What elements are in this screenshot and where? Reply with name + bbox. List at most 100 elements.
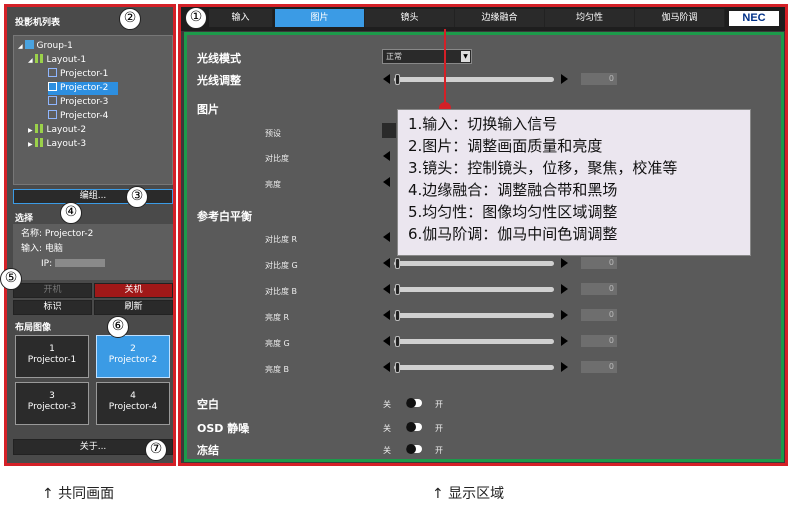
tree-item-projector-2[interactable]: Projector-2 (48, 82, 119, 95)
contrast-label: 对比度 (265, 154, 289, 163)
light-mode-label: 光线模式 (197, 52, 241, 65)
blank-toggle[interactable] (406, 398, 422, 408)
preset-label: 预设 (265, 129, 281, 138)
tree-item-projector-4[interactable]: Projector-4 (48, 110, 108, 123)
identify-button[interactable]: 标识 (13, 300, 92, 315)
name-value: Projector-2 (44, 229, 94, 239)
increment-arrow-icon[interactable] (561, 74, 568, 84)
freeze-toggle[interactable] (406, 444, 422, 454)
tab-lens[interactable]: 镜头 (365, 9, 455, 27)
slider-thumb[interactable] (395, 310, 400, 321)
tab-uniformity[interactable]: 均匀性 (545, 9, 635, 27)
wb-brightness-b-value[interactable]: 0 (581, 361, 617, 373)
tree-item-projector-3[interactable]: Projector-3 (48, 96, 108, 109)
light-mode-value: 正常 (386, 52, 402, 61)
info-line: 5.均匀性：图像均匀性区域调整 (408, 203, 618, 221)
preset-select[interactable] (382, 123, 396, 138)
wb-brightness-g-value[interactable]: 0 (581, 335, 617, 347)
light-adjust-value[interactable]: 0 (581, 73, 617, 85)
tab-edge-blending[interactable]: 边缘融合 (455, 9, 545, 27)
white-balance-label: 参考白平衡 (197, 210, 252, 223)
caption-display-area: ↑ 显示区域 (432, 486, 505, 502)
decrement-arrow-icon[interactable] (383, 362, 390, 372)
power-on-button[interactable]: 开机 (13, 283, 92, 298)
callout-pointer-line (444, 29, 446, 111)
wb-contrast-g-value[interactable]: 0 (581, 257, 617, 269)
tile-number: 2 (130, 344, 136, 354)
tree-item-group[interactable]: ◢ Group-1 (18, 40, 73, 53)
info-line: 3.镜头：控制镜头，位移，聚焦，校准等 (408, 159, 678, 177)
slider-thumb[interactable] (395, 284, 400, 295)
folder-icon (24, 40, 34, 49)
slider-thumb[interactable] (395, 336, 400, 347)
decrement-arrow-icon[interactable] (383, 336, 390, 346)
increment-arrow-icon[interactable] (561, 310, 568, 320)
refresh-button[interactable]: 刷新 (94, 300, 173, 315)
tree-item-layout-1[interactable]: ◢ Layout-1 (28, 54, 86, 67)
osd-mute-toggle[interactable] (406, 422, 422, 432)
wb-contrast-r-decrement-icon[interactable] (383, 232, 390, 242)
slider-thumb[interactable] (395, 74, 400, 85)
tile-name: Projector-2 (108, 355, 158, 365)
decrement-arrow-icon[interactable] (383, 258, 390, 268)
tree-item-projector-1[interactable]: Projector-1 (48, 68, 112, 81)
tab-gamma[interactable]: 伽马阶调 (635, 9, 725, 27)
callout-1: ① (185, 7, 207, 29)
projector-tree: ◢ Group-1 ◢ Layout-1 Projector-1 Project… (13, 35, 173, 185)
tile-number: 3 (49, 391, 55, 401)
brightness-decrement-icon[interactable] (383, 177, 390, 187)
increment-arrow-icon[interactable] (561, 284, 568, 294)
grid-icon (34, 124, 44, 133)
name-label: 名称: (21, 229, 43, 239)
picture-section-label: 图片 (197, 103, 219, 116)
wb-label-brightness-g: 亮度 G (265, 339, 290, 348)
input-label: 输入: (21, 244, 43, 254)
layout-tile-projector-2[interactable]: 2 Projector-2 (96, 335, 170, 378)
input-value: 电脑 (44, 244, 63, 254)
decrement-arrow-icon[interactable] (383, 284, 390, 294)
power-off-button[interactable]: 关机 (94, 283, 173, 298)
callout-7: ⑦ (145, 439, 167, 461)
left-panel: 投影机列表 ◢ Group-1 ◢ Layout-1 Projector-1 P… (4, 4, 176, 466)
tab-description-box: 1.输入：切换输入信号 2.图片：调整画面质量和亮度 3.镜头：控制镜头，位移，… (397, 109, 751, 256)
wb-brightness-r-value[interactable]: 0 (581, 309, 617, 321)
tree-item-layout-3[interactable]: ▶ Layout-3 (28, 138, 86, 151)
projector-list-title: 投影机列表 (15, 18, 61, 28)
tab-picture[interactable]: 图片 (275, 9, 365, 27)
decrement-arrow-icon[interactable] (383, 74, 390, 84)
freeze-on-label: 开 (435, 446, 443, 455)
blank-on-label: 开 (435, 400, 443, 409)
layout-tile-projector-4[interactable]: 4 Projector-4 (96, 382, 170, 425)
slider-thumb[interactable] (395, 258, 400, 269)
layout-tile-projector-1[interactable]: 1 Projector-1 (15, 335, 89, 378)
info-line: 4.边缘融合：调整融合带和黑场 (408, 181, 618, 199)
tree-item-layout-2[interactable]: ▶ Layout-2 (28, 124, 86, 137)
tile-number: 4 (130, 391, 136, 401)
edit-group-button[interactable]: 编组... (13, 189, 173, 204)
light-adjust-label: 光线调整 (197, 74, 241, 87)
selection-info: 名称: Projector-2 输入: 电脑 IP: (13, 224, 173, 280)
tile-name: Projector-1 (27, 355, 77, 365)
ip-label: IP: (41, 259, 53, 269)
blank-off-label: 关 (383, 400, 391, 409)
decrement-arrow-icon[interactable] (383, 310, 390, 320)
blank-label: 空白 (197, 398, 219, 411)
increment-arrow-icon[interactable] (561, 258, 568, 268)
ip-value-redacted (55, 259, 105, 267)
brightness-label: 亮度 (265, 180, 281, 189)
info-line: 6.伽马阶调：伽马中间色调调整 (408, 225, 618, 243)
layout-tile-projector-3[interactable]: 3 Projector-3 (15, 382, 89, 425)
light-mode-select[interactable]: 正常 ▼ (382, 49, 472, 64)
contrast-decrement-icon[interactable] (383, 151, 390, 161)
projector-icon (48, 68, 57, 77)
slider-thumb[interactable] (395, 362, 400, 373)
tile-name: Projector-3 (27, 402, 77, 412)
increment-arrow-icon[interactable] (561, 336, 568, 346)
wb-contrast-b-value[interactable]: 0 (581, 283, 617, 295)
freeze-label: 冻结 (197, 444, 219, 457)
chevron-down-icon: ▼ (461, 51, 470, 62)
increment-arrow-icon[interactable] (561, 362, 568, 372)
grid-icon (34, 54, 44, 63)
tab-input[interactable]: 输入 (209, 9, 273, 27)
wb-label-brightness-b: 亮度 B (265, 365, 290, 374)
